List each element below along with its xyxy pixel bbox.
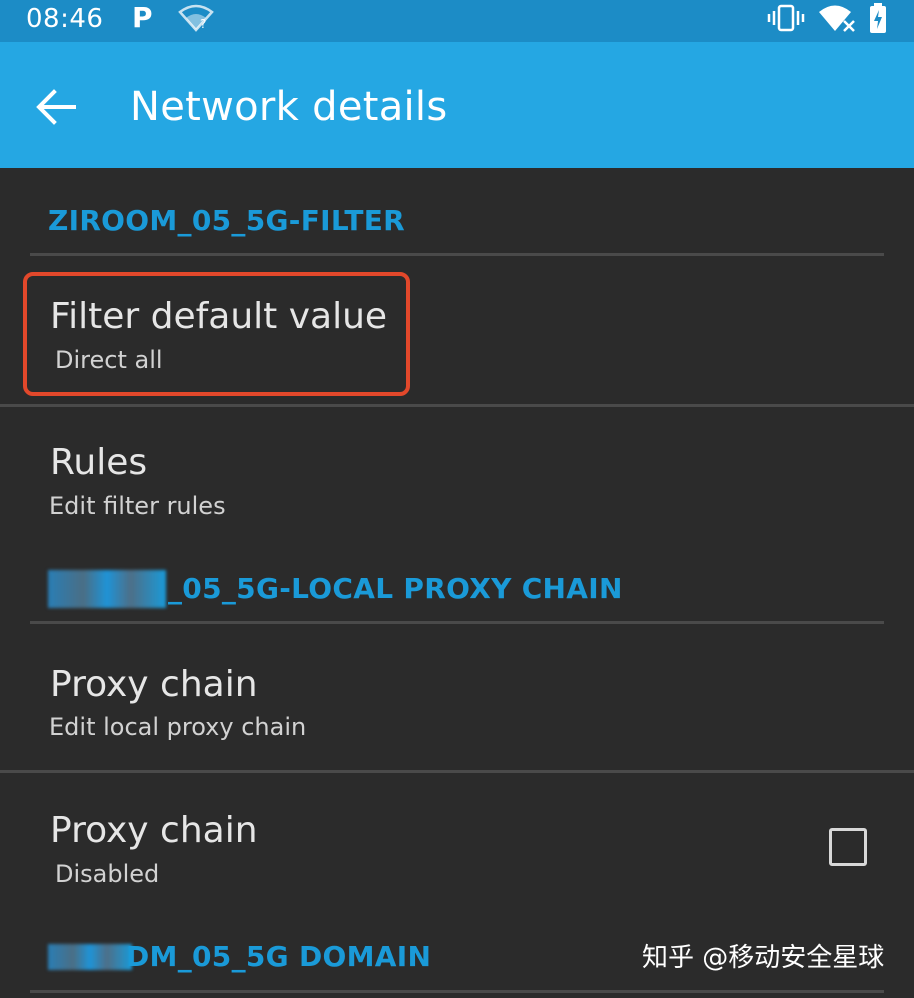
vibrate-icon [767,4,805,32]
back-arrow-icon[interactable] [28,80,84,134]
svg-text:?: ? [200,17,206,31]
section-header-domain: DM_05_5G DOMAIN [126,940,432,973]
pref-proxy-chain-edit[interactable]: Proxy chain Edit local proxy chain [0,624,914,770]
battery-charging-icon [870,3,886,33]
pref-summary: Direct all [55,346,163,374]
page-title: Network details [130,84,448,130]
app-bar: Network details [0,42,914,168]
wifi-unknown-icon: ? [178,4,214,32]
pref-title: Rules [50,442,148,483]
pref-filter-default-value[interactable]: Filter default value Direct all [0,256,914,404]
proxy-chain-checkbox[interactable] [829,828,867,866]
pref-proxy-chain-toggle[interactable]: Proxy chain Disabled [0,773,914,923]
watermark-text: 知乎 @移动安全星球 [642,943,885,973]
status-time: 08:46 [26,4,104,34]
redacted-text [48,944,132,970]
status-bar: 08:46 P ? [0,0,914,42]
section-header-filter: ZIROOM_05_5G-FILTER [48,204,406,237]
app-root: 08:46 P ? Network details ZIROOM_05_5G-F… [0,0,914,998]
pref-rules[interactable]: Rules Edit filter rules [0,407,914,547]
pref-title: Filter default value [50,296,388,337]
wifi-no-internet-icon [819,5,856,33]
pref-summary: Edit filter rules [49,492,226,520]
redacted-text [48,570,166,608]
notification-p-icon: P [132,1,153,34]
section-header-local-proxy-chain: _05_5G-LOCAL PROXY CHAIN [168,572,623,605]
pref-title: Proxy chain [50,664,258,705]
pref-summary: Disabled [55,860,160,888]
pref-title: Proxy chain [50,810,258,851]
pref-summary: Edit local proxy chain [49,713,307,741]
divider [30,990,884,993]
